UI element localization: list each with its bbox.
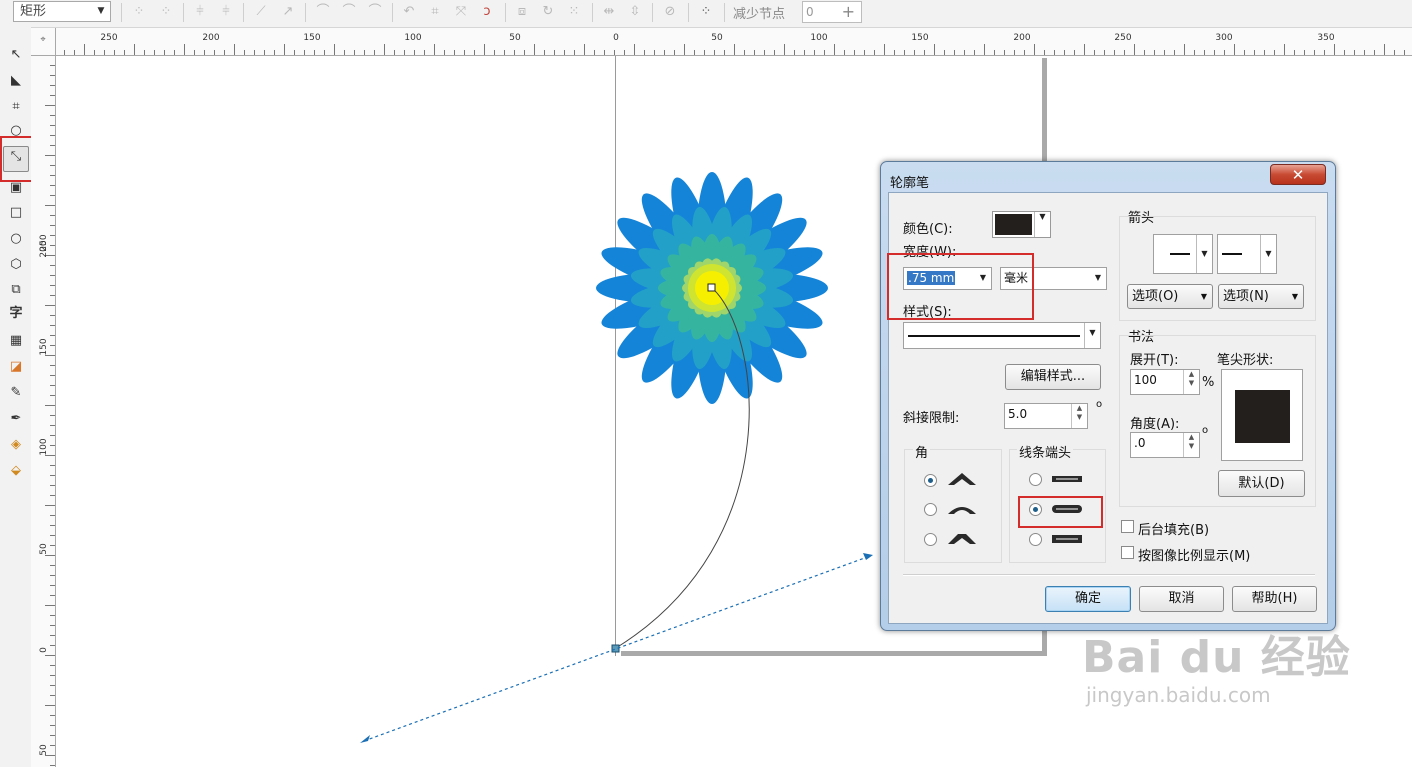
control-handle-arrow xyxy=(863,553,873,560)
miter-limit-label: 斜接限制: xyxy=(903,411,960,426)
spinner[interactable]: ▲ ▼ xyxy=(1183,433,1199,457)
arrow-preview xyxy=(1170,253,1190,255)
corner-bevel-radio[interactable] xyxy=(924,533,937,546)
color-swatch xyxy=(995,214,1032,235)
highlight-box-width-style xyxy=(887,253,1034,320)
start-arrow-combo[interactable]: ▼ xyxy=(1153,234,1213,274)
line-style-preview xyxy=(908,335,1080,337)
edit-style-button[interactable]: 编辑样式... xyxy=(1005,364,1101,390)
degree-symbol: o xyxy=(1202,425,1209,436)
miter-limit-input[interactable]: 5.0 ▲ ▼ xyxy=(1004,403,1088,429)
miter-limit-value: 5.0 xyxy=(1008,407,1028,421)
color-label: 颜色(C): xyxy=(903,222,953,237)
chevron-down-icon: ▼ xyxy=(1260,235,1276,273)
stretch-value: 100 xyxy=(1134,373,1157,387)
spinner[interactable]: ▲ ▼ xyxy=(1183,370,1199,394)
spinner[interactable]: ▲ ▼ xyxy=(1071,404,1087,428)
chevron-down-icon: ▼ xyxy=(1084,323,1100,348)
close-button[interactable]: ✕ xyxy=(1270,164,1326,185)
chevron-down-icon: ▼ xyxy=(1291,292,1298,301)
chevron-down-icon: ▼ xyxy=(1196,235,1212,273)
percent-symbol: % xyxy=(1202,375,1215,390)
chevron-down-icon: ▼ xyxy=(1200,292,1207,301)
end-arrow-combo[interactable]: ▼ xyxy=(1217,234,1277,274)
scale-with-image-checkbox[interactable] xyxy=(1121,546,1134,559)
nib-angle-input[interactable]: .0 ▲ ▼ xyxy=(1130,432,1200,458)
end-arrow-options-label: 选项(N) xyxy=(1223,289,1269,304)
stretch-input[interactable]: 100 ▲ ▼ xyxy=(1130,369,1200,395)
cap-butt-radio[interactable] xyxy=(1029,473,1042,486)
chevron-down-icon: ▼ xyxy=(1034,212,1050,237)
cancel-button[interactable]: 取消 xyxy=(1139,586,1224,612)
nib-shape-preview[interactable] xyxy=(1221,369,1303,461)
butt-cap-icon xyxy=(1052,476,1082,482)
watermark-brand: Bai du 经验 xyxy=(1082,632,1351,683)
help-button[interactable]: 帮助(H) xyxy=(1232,586,1317,612)
line-cap-label: 线条端头 xyxy=(1017,442,1074,461)
outline-pen-dialog: 轮廓笔 ✕ 颜色(C): ▼ 宽度(W): .75 mm ▼ 毫米 ▼ 样式(S… xyxy=(880,161,1336,631)
color-picker[interactable]: ▼ xyxy=(992,211,1051,238)
default-button[interactable]: 默认(D) xyxy=(1218,470,1305,497)
start-arrow-options-label: 选项(O) xyxy=(1132,289,1179,304)
arrow-preview xyxy=(1222,253,1242,255)
line-style-combo[interactable]: ▼ xyxy=(903,322,1101,349)
cap-square-radio[interactable] xyxy=(1029,533,1042,546)
behind-fill-label: 后台填充(B) xyxy=(1138,523,1210,538)
curve-start-node xyxy=(707,283,716,292)
degree-symbol: o xyxy=(1096,399,1103,410)
corner-label: 角 xyxy=(913,442,931,461)
chevron-down-icon: ▼ xyxy=(1094,273,1102,282)
behind-fill-checkbox[interactable] xyxy=(1121,520,1134,533)
nib-square xyxy=(1235,390,1290,443)
scale-with-image-label: 按图像比例显示(M) xyxy=(1138,549,1251,564)
control-handle-arrow xyxy=(360,735,370,743)
square-cap-icon xyxy=(1052,535,1082,543)
nib-angle-value: .0 xyxy=(1134,436,1146,450)
start-arrow-options-button[interactable]: 选项(O) ▼ xyxy=(1127,284,1213,309)
nib-shape-label: 笔尖形状: xyxy=(1217,353,1274,368)
corner-round-radio[interactable] xyxy=(924,503,937,516)
ok-button[interactable]: 确定 xyxy=(1045,586,1131,612)
watermark-url: jingyan.baidu.com xyxy=(1086,683,1271,707)
bevel-corner-icon xyxy=(948,534,976,544)
baidu-watermark: Bai du 经验 jingyan.baidu.com xyxy=(1082,632,1351,708)
angle-label: 角度(A): xyxy=(1130,417,1180,432)
miter-corner-icon xyxy=(948,473,976,485)
stretch-label: 展开(T): xyxy=(1130,353,1179,368)
end-arrow-options-button[interactable]: 选项(N) ▼ xyxy=(1218,284,1304,309)
separator xyxy=(903,574,1315,576)
dialog-title: 轮廓笔 xyxy=(890,176,930,191)
round-corner-icon xyxy=(948,507,976,514)
highlight-box-round-cap xyxy=(1018,496,1103,528)
corner-miter-radio[interactable] xyxy=(924,474,937,487)
